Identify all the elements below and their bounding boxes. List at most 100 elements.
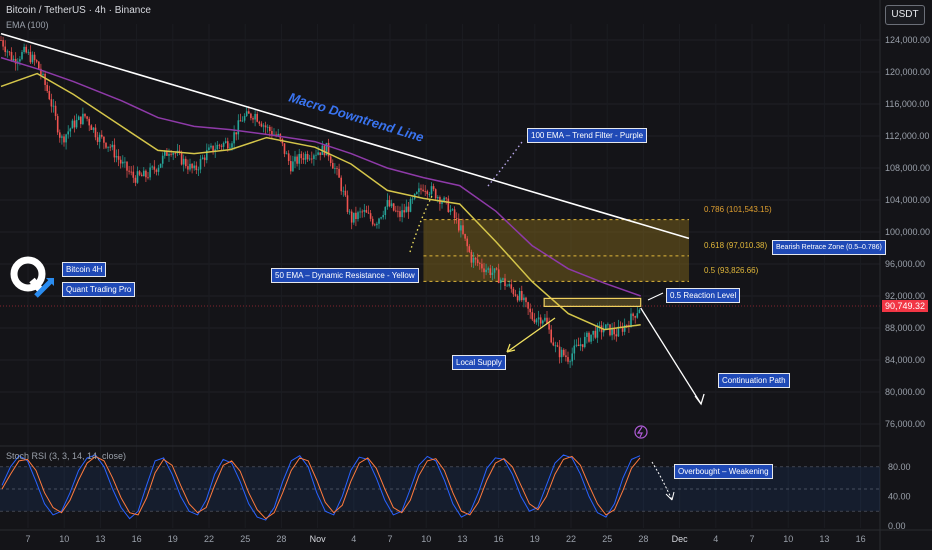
candle-body: [187, 166, 189, 170]
candle-body: [248, 111, 250, 114]
candle-body: [269, 126, 271, 132]
candle-body: [319, 152, 321, 155]
candle-body: [514, 294, 517, 296]
candle-body: [231, 143, 233, 148]
currency-button[interactable]: USDT: [885, 5, 925, 25]
quant-trading-pro-tag: Quant Trading Pro: [62, 282, 136, 297]
candle-body: [38, 61, 40, 69]
reaction-box: [543, 297, 642, 307]
ema-indicator-label[interactable]: EMA (100): [6, 20, 49, 30]
candle-body: [361, 211, 363, 213]
price-tick-label: 100,000.00: [885, 227, 930, 237]
candle-body: [495, 268, 498, 270]
candle-body: [346, 195, 349, 212]
bitcoin-4h-tag: Bitcoin 4H: [62, 262, 107, 277]
chart-app: Macro Downtrend Line 124,000.00 120,000.0…: [0, 0, 932, 550]
candle-body: [63, 136, 65, 143]
date-tick-label: 7: [749, 534, 754, 544]
stoch-rsi-label[interactable]: Stoch RSI (3, 3, 14, 14, close): [6, 451, 126, 461]
candle-body: [199, 158, 202, 170]
candle-body: [298, 153, 300, 164]
candle-body: [69, 128, 72, 132]
candle-body: [311, 158, 313, 160]
candle-body: [170, 153, 172, 155]
candle-body: [374, 224, 376, 226]
candle-body: [502, 278, 504, 280]
candle-body: [634, 316, 636, 318]
candle-body: [233, 132, 235, 144]
candle-body: [405, 206, 408, 213]
candle-body: [287, 153, 290, 162]
candle-body: [359, 211, 361, 213]
stoch-tick-label: 40.00: [888, 491, 911, 501]
candle-body: [584, 336, 586, 348]
candle-body: [117, 156, 120, 160]
candle-body: [237, 120, 240, 135]
candle-body: [256, 113, 258, 122]
candle-body: [290, 161, 292, 172]
candle-body: [143, 170, 145, 177]
date-tick-label: Nov: [310, 534, 327, 544]
downtrend-label: Macro Downtrend Line: [287, 90, 425, 145]
date-tick-label: 13: [95, 534, 105, 544]
stoch-tick-label: 80.00: [888, 462, 911, 472]
candle-body: [42, 73, 44, 75]
price-chart[interactable]: Macro Downtrend Line 124,000.00 120,000.0…: [0, 0, 932, 550]
candle-body: [27, 51, 30, 53]
candle-body: [243, 115, 246, 121]
candle-body: [201, 157, 204, 159]
candle-body: [588, 332, 590, 342]
candle-body: [390, 203, 393, 207]
candle-body: [151, 166, 153, 168]
candle-body: [424, 190, 426, 192]
stoch-tick-label: 0.00: [888, 521, 906, 531]
candle-body: [296, 156, 298, 164]
candle-body: [300, 153, 303, 159]
candle-body: [149, 167, 151, 178]
candle-body: [605, 324, 607, 330]
candle-body: [210, 145, 212, 148]
candle-body: [418, 188, 420, 193]
candle-body: [35, 60, 38, 62]
candle-body: [25, 46, 27, 53]
candle-body: [122, 161, 124, 164]
candle-body: [382, 215, 384, 218]
ema50-note: 50 EMA – Dynamic Resistance - Yellow: [271, 268, 419, 283]
candle-body: [285, 153, 288, 155]
candle-body: [216, 144, 219, 150]
candle-body: [340, 177, 342, 192]
candle-body: [636, 313, 639, 318]
candle-body: [147, 177, 149, 179]
candle-body: [535, 319, 538, 323]
candle-body: [397, 210, 399, 212]
candle-body: [489, 268, 492, 276]
candle-body: [155, 169, 158, 172]
candle-body: [552, 342, 555, 346]
candle-body: [428, 194, 431, 195]
candle-body: [497, 269, 500, 284]
candle-body: [437, 197, 439, 199]
candle-body: [525, 297, 527, 303]
candle-body: [487, 268, 489, 270]
quant-logo-icon: [10, 256, 54, 298]
candle-body: [61, 136, 63, 138]
candle-body: [67, 131, 69, 135]
candle-body: [59, 132, 61, 138]
price-tick-label: 88,000.00: [885, 323, 925, 333]
candle-body: [638, 309, 641, 314]
candle-body: [476, 259, 479, 264]
date-tick-label: 22: [204, 534, 214, 544]
candle-body: [292, 161, 294, 172]
candle-body: [491, 272, 494, 276]
candle-body: [466, 238, 468, 247]
candle-body: [195, 165, 198, 170]
candle-body: [203, 157, 206, 161]
price-tick-label: 112,000.00: [885, 131, 929, 141]
candle-body: [258, 121, 261, 124]
candle-body: [302, 158, 305, 160]
candle-body: [493, 268, 496, 273]
candle-body: [550, 329, 552, 343]
candle-body: [544, 317, 546, 321]
candle-body: [539, 317, 542, 324]
candle-body: [451, 209, 454, 211]
